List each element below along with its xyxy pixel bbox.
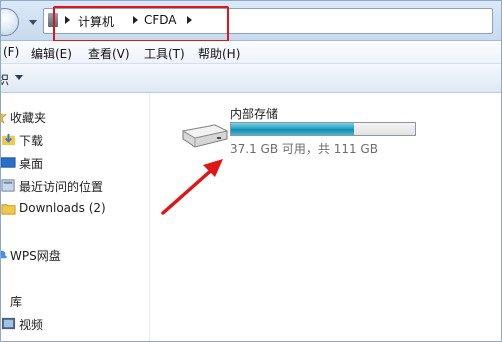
- nav-item-libraries[interactable]: 库: [1, 291, 147, 311]
- nav-item-label: 最近访问的位置: [19, 180, 104, 194]
- drive-usage-bar: [230, 122, 416, 136]
- drive-usage-fill: [231, 123, 355, 135]
- nav-item-downloads-cn[interactable]: 下载: [1, 130, 147, 150]
- nav-item-label: 视频: [19, 318, 44, 332]
- nav-item-wps-cloud[interactable]: WPS网盘: [1, 245, 147, 265]
- nav-item-desktop[interactable]: 桌面: [1, 153, 147, 173]
- star-icon: [1, 112, 7, 124]
- menu-file[interactable]: (F): [3, 45, 19, 59]
- menu-tools[interactable]: 工具(T): [144, 45, 185, 62]
- video-icon: [1, 317, 16, 330]
- chevron-down-icon[interactable]: [15, 75, 23, 81]
- pane-splitter[interactable]: [149, 93, 150, 341]
- nav-item-label: 收藏夹: [10, 111, 47, 125]
- annotation-arrow-icon: [161, 159, 223, 215]
- command-bar: 织: [1, 64, 501, 93]
- address-area: 计算机 CFDA: [1, 1, 501, 42]
- menu-help[interactable]: 帮助(H): [198, 45, 240, 62]
- recent-places-icon: [1, 179, 15, 192]
- history-dropdown-icon[interactable]: [26, 15, 40, 29]
- forward-button[interactable]: [1, 8, 19, 36]
- drive-space-info: 37.1 GB 可用，共 111 GB: [230, 142, 378, 156]
- nav-item-label: 桌面: [19, 157, 44, 171]
- desktop-icon: [1, 157, 16, 168]
- download-folder-icon: [1, 133, 16, 146]
- cloud-drive-icon: [1, 250, 7, 259]
- library-icon: [0, 293, 8, 308]
- nav-item-favorites[interactable]: 收藏夹: [1, 107, 147, 127]
- menu-edit[interactable]: 编辑(E): [31, 45, 72, 62]
- nav-item-downloads[interactable]: Downloads (2): [1, 199, 147, 219]
- nav-item-recent-places[interactable]: 最近访问的位置: [1, 176, 147, 196]
- nav-item-label: 库: [10, 295, 23, 309]
- annotation-highlight-box: [53, 6, 229, 42]
- folder-icon: [1, 204, 16, 215]
- nav-item-label: WPS网盘: [10, 249, 61, 263]
- explorer-window: 计算机 CFDA (F) 编辑(E) 查看(V) 工具(T) 帮助(H) 织 收…: [0, 0, 502, 342]
- nav-item-videos[interactable]: 视频: [1, 314, 147, 334]
- menu-bar: (F) 编辑(E) 查看(V) 工具(T) 帮助(H): [1, 41, 501, 64]
- nav-item-label: Downloads (2): [19, 201, 106, 215]
- organize-button[interactable]: 织: [1, 71, 9, 88]
- nav-item-label: 下载: [19, 134, 44, 148]
- drive-name[interactable]: 内部存储: [230, 105, 278, 122]
- navigation-pane: 收藏夹 下载 桌面 最近访问的位置 Downloads (2) WPS网盘 库: [1, 93, 147, 341]
- menu-view[interactable]: 查看(V): [88, 45, 130, 62]
